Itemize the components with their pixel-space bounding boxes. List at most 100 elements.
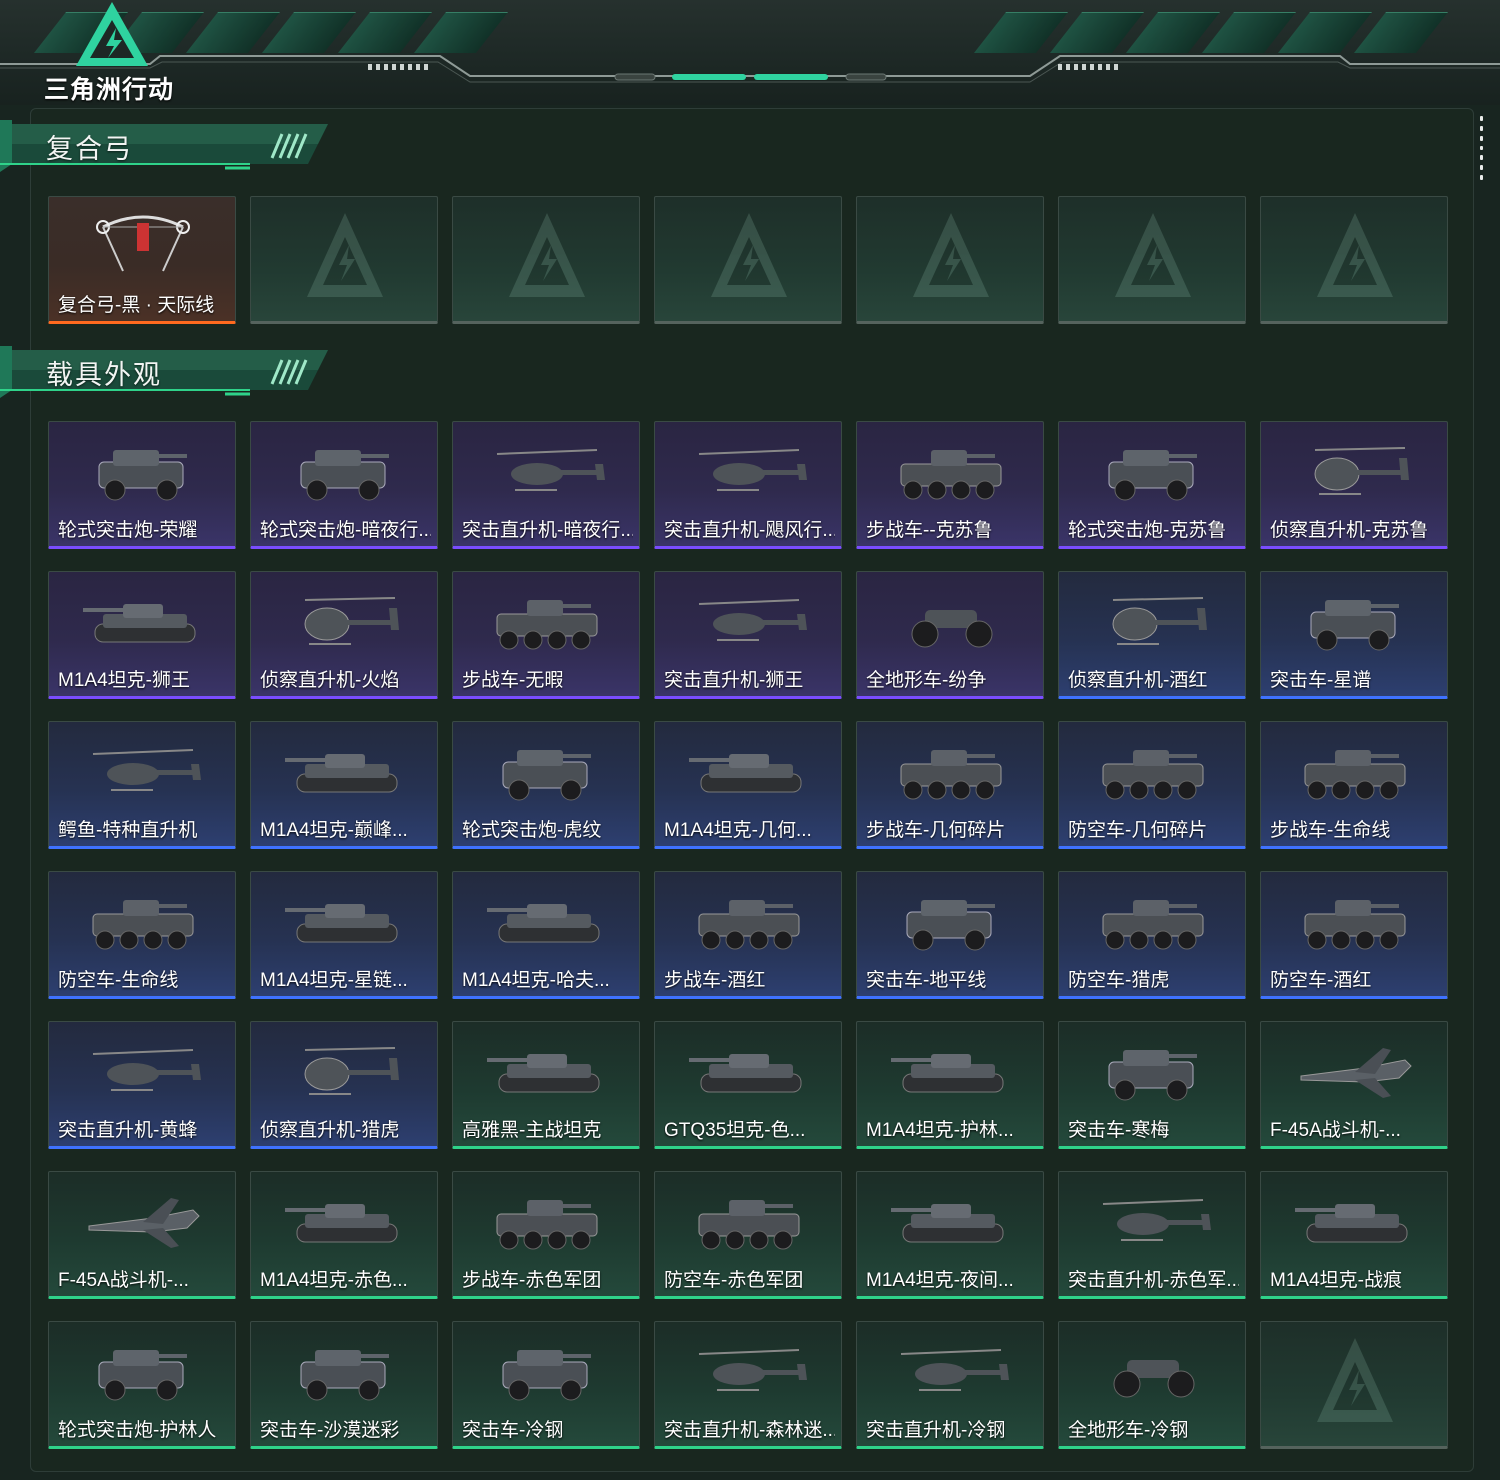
empty-slot (654, 196, 842, 324)
tank-icon (285, 1204, 398, 1243)
skin-card[interactable]: M1A4坦克-巅峰... (250, 721, 438, 849)
skin-card[interactable]: 复合弓-黑 · 天际线 (48, 196, 236, 324)
skin-card[interactable]: 突击直升机-黄蜂 (48, 1021, 236, 1149)
skin-card[interactable]: 高雅黑-主战坦克 (452, 1021, 640, 1149)
ifv-icon (900, 450, 1002, 500)
skin-card[interactable]: M1A4坦克-赤色... (250, 1171, 438, 1299)
section-title-bow: 复合弓 (46, 134, 133, 164)
skin-card[interactable]: 全地形车-纷争 (856, 571, 1044, 699)
empty-slot (856, 196, 1044, 324)
ifv-icon (900, 750, 1002, 800)
tank-icon (487, 904, 600, 943)
side-menu-handle[interactable] (1478, 116, 1484, 181)
empty-slot (452, 196, 640, 324)
skin-card[interactable]: 防空车-猎虎 (1058, 871, 1246, 999)
skin-name: 突击直升机-冷钢 (866, 1420, 1006, 1441)
skin-card[interactable]: 鳄鱼-特种直升机 (48, 721, 236, 849)
skin-name: 步战车-几何碎片 (866, 820, 1006, 841)
skin-card[interactable]: 突击直升机-赤色军... (1058, 1171, 1246, 1299)
ifv-icon (1102, 900, 1204, 950)
skin-name: M1A4坦克-战痕 (1270, 1270, 1402, 1291)
skin-name: M1A4坦克-星链... (260, 970, 408, 991)
skin-name: 侦察直升机-猎虎 (260, 1120, 400, 1141)
tank-icon (1295, 1204, 1408, 1243)
skin-card[interactable]: 轮式突击炮-护林人 (48, 1321, 236, 1449)
helicopter-icon (698, 599, 807, 641)
scout-heli-icon (1112, 597, 1207, 645)
delta-watermark-icon (307, 213, 383, 297)
tank-icon (83, 604, 196, 643)
atv-icon (1113, 1360, 1195, 1398)
armored-car-icon (502, 750, 591, 801)
skin-name: 突击直升机-赤色军... (1068, 1270, 1239, 1291)
skin-card[interactable]: 突击车-沙漠迷彩 (250, 1321, 438, 1449)
skin-card[interactable]: 侦察直升机-克苏鲁 (1260, 421, 1448, 549)
skin-card[interactable]: F-45A战斗机-... (1260, 1021, 1448, 1149)
skin-card[interactable]: M1A4坦克-哈夫... (452, 871, 640, 999)
skin-card[interactable]: 突击直升机-暗夜行... (452, 421, 640, 549)
ifv-icon (698, 1200, 800, 1250)
skin-card[interactable]: 突击车-冷钢 (452, 1321, 640, 1449)
ifv-icon (1102, 750, 1204, 800)
skin-name: 步战车-赤色军团 (462, 1270, 602, 1291)
skin-card[interactable]: 防空车-几何碎片 (1058, 721, 1246, 849)
skin-card[interactable]: 突击车-地平线 (856, 871, 1044, 999)
skin-card[interactable]: 侦察直升机-火焰 (250, 571, 438, 699)
skin-card[interactable]: F-45A战斗机-... (48, 1171, 236, 1299)
helicopter-icon (1102, 1199, 1211, 1241)
delta-watermark-icon (711, 213, 787, 297)
skin-card[interactable]: M1A4坦克-夜间... (856, 1171, 1044, 1299)
skin-card[interactable]: M1A4坦克-狮王 (48, 571, 236, 699)
skin-card[interactable]: M1A4坦克-护林... (856, 1021, 1044, 1149)
helicopter-icon (698, 449, 807, 491)
skin-card[interactable]: 步战车-几何碎片 (856, 721, 1044, 849)
empty-slot (250, 196, 438, 324)
skin-name: 突击车-沙漠迷彩 (260, 1420, 400, 1441)
skin-card[interactable]: 侦察直升机-猎虎 (250, 1021, 438, 1149)
tank-icon (689, 1054, 802, 1093)
skin-name: 轮式突击炮-虎纹 (462, 820, 602, 841)
ifv-icon (496, 1200, 598, 1250)
skin-card[interactable]: M1A4坦克-几何... (654, 721, 842, 849)
skin-card[interactable]: 防空车-生命线 (48, 871, 236, 999)
skin-card[interactable]: 防空车-赤色军团 (654, 1171, 842, 1299)
skin-name: 步战车-无暇 (462, 670, 564, 691)
skin-card[interactable]: 突击直升机-森林迷... (654, 1321, 842, 1449)
skin-name: 步战车-酒红 (664, 970, 766, 991)
skin-name: 步战车--克苏鲁 (866, 520, 993, 541)
jet-icon (1300, 1048, 1412, 1098)
skin-name: 轮式突击炮-护林人 (58, 1420, 217, 1441)
skin-card[interactable]: M1A4坦克-战痕 (1260, 1171, 1448, 1299)
skin-name: 侦察直升机-酒红 (1068, 670, 1208, 691)
skin-card[interactable]: 突击直升机-飓风行... (654, 421, 842, 549)
skin-name: 轮式突击炮-克苏鲁 (1068, 520, 1227, 541)
skin-card[interactable]: 突击车-星谱 (1260, 571, 1448, 699)
helicopter-icon (496, 449, 605, 491)
skin-name: 防空车-赤色军团 (664, 1270, 804, 1291)
skin-name: M1A4坦克-巅峰... (260, 820, 408, 841)
skin-card[interactable]: 轮式突击炮-暗夜行... (250, 421, 438, 549)
delta-watermark-icon (509, 213, 585, 297)
ifv-icon (1304, 900, 1406, 950)
skin-card[interactable]: 步战车-酒红 (654, 871, 842, 999)
skin-card[interactable]: 步战车--克苏鲁 (856, 421, 1044, 549)
skin-card[interactable]: 步战车-生命线 (1260, 721, 1448, 849)
skin-card[interactable]: 突击直升机-冷钢 (856, 1321, 1044, 1449)
skin-card[interactable]: 突击直升机-狮王 (654, 571, 842, 699)
skin-card[interactable]: 侦察直升机-酒红 (1058, 571, 1246, 699)
skin-card[interactable]: M1A4坦克-星链... (250, 871, 438, 999)
tank-icon (487, 1054, 600, 1093)
skin-card[interactable]: 轮式突击炮-虎纹 (452, 721, 640, 849)
skin-card[interactable]: 突击车-寒梅 (1058, 1021, 1246, 1149)
skin-name: 复合弓-黑 · 天际线 (58, 295, 215, 316)
skin-card[interactable]: 全地形车-冷钢 (1058, 1321, 1246, 1449)
skin-card[interactable]: 防空车-酒红 (1260, 871, 1448, 999)
vehicle-skin-grid: 轮式突击炮-荣耀 轮式突击炮-暗夜行... 突击直升机-暗夜行... 突击直升机… (48, 421, 1448, 1449)
skin-card[interactable]: 步战车-赤色军团 (452, 1171, 640, 1299)
jet-icon (88, 1198, 200, 1248)
skin-card[interactable]: 步战车-无暇 (452, 571, 640, 699)
ifv-icon (698, 900, 800, 950)
skin-card[interactable]: 轮式突击炮-荣耀 (48, 421, 236, 549)
skin-card[interactable]: 轮式突击炮-克苏鲁 (1058, 421, 1246, 549)
skin-card[interactable]: GTQ35坦克-色... (654, 1021, 842, 1149)
